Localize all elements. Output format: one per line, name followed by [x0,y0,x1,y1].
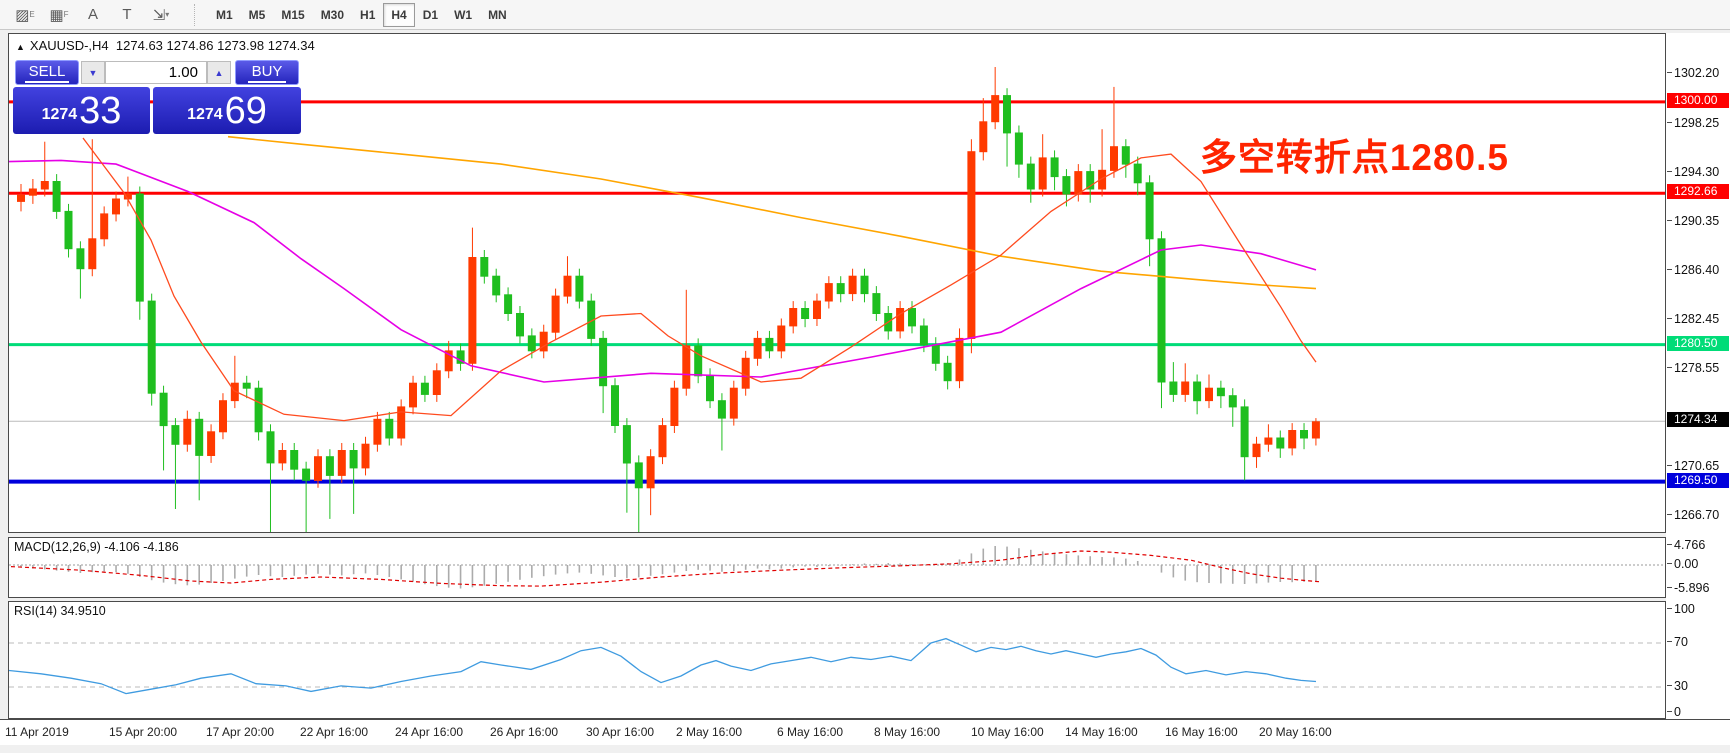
sell-price-big: 33 [79,92,121,130]
date-label: 6 May 16:00 [777,725,843,739]
rsi-panel[interactable]: RSI(14) 34.9510 [8,601,1666,719]
time-axis[interactable]: 11 Apr 2019 15 Apr 20:00 17 Apr 20:00 22 Ap… [0,719,1730,745]
hline-price-label: 1269.50 [1667,473,1729,488]
grid-tool-icon[interactable]: ▦F [44,3,74,27]
rsi-tick: 0 [1674,705,1681,719]
price-tick: 1266.70 [1674,508,1719,522]
rsi-tick: 30 [1674,679,1688,693]
turning-point-annotation: 多空转折点1280.5 [1200,127,1509,181]
date-label: 15 Apr 20:00 [109,725,177,739]
date-label: 30 Apr 16:00 [586,725,654,739]
symbol-name: XAUUSD-,H4 [30,38,109,53]
date-label: 8 May 16:00 [874,725,940,739]
date-label: 24 Apr 16:00 [395,725,463,739]
date-label: 10 May 16:00 [971,725,1044,739]
date-label: 14 May 16:00 [1065,725,1138,739]
price-tick: 1302.20 [1674,66,1719,80]
timeframe-button-m5[interactable]: M5 [241,3,274,27]
timeframe-button-mn[interactable]: MN [480,3,515,27]
rsi-label: RSI(14) 34.9510 [14,604,106,618]
hline-price-label: 1280.50 [1667,336,1729,351]
price-tick: 1286.40 [1674,263,1719,277]
pattern-tool-icon[interactable]: ▨E [10,3,40,27]
current-price-label: 1274.34 [1667,412,1729,427]
cursor-tool-icon[interactable]: ⇲▾ [146,3,176,27]
date-label: 20 May 16:00 [1259,725,1332,739]
date-label: 26 Apr 16:00 [490,725,558,739]
buy-price-big: 69 [225,92,267,130]
macd-label: MACD(12,26,9) -4.106 -4.186 [14,540,179,554]
chart-title: ▲ XAUUSD-,H4 1274.63 1274.86 1273.98 1274… [16,38,315,53]
rsi-tick: 70 [1674,635,1688,649]
textbox-tool-icon[interactable]: T [112,3,142,27]
date-label: 11 Apr 2019 [5,725,69,739]
date-label: 17 Apr 20:00 [206,725,274,739]
price-tick: 1278.55 [1674,361,1719,375]
timeframe-button-m15[interactable]: M15 [273,3,312,27]
volume-input[interactable] [105,61,207,84]
rsi-tick: 100 [1674,602,1695,616]
macd-tick: 4.766 [1674,538,1705,552]
price-tick: 1270.65 [1674,459,1719,473]
price-tick: 1298.25 [1674,116,1719,130]
macd-tick: -5.896 [1674,581,1709,595]
volume-increase-button[interactable]: ▲ [207,61,231,84]
toolbar-separator [194,4,200,26]
price-tick: 1294.30 [1674,165,1719,179]
volume-decrease-button[interactable]: ▼ [81,61,105,84]
timeframe-button-h4[interactable]: H4 [383,3,414,27]
ohlc-quotes: 1274.63 1274.86 1273.98 1274.34 [116,38,315,53]
price-tick: 1282.45 [1674,312,1719,326]
macd-panel[interactable]: MACD(12,26,9) -4.106 -4.186 [8,537,1666,598]
date-label: 16 May 16:00 [1165,725,1238,739]
timeframe-button-w1[interactable]: W1 [446,3,480,27]
text-tool-icon[interactable]: A [78,3,108,27]
sell-price-small: 1274 [42,100,78,130]
arrow-down-icon: ▼ [89,68,98,78]
sell-price-box[interactable]: 127433 [13,87,150,134]
date-label: 2 May 16:00 [676,725,742,739]
one-click-trade-panel: SELL ▼ ▲ BUY 127433 127469 [11,58,303,134]
sell-button[interactable]: SELL [15,60,79,85]
macd-tick: 0.00 [1674,557,1698,571]
collapse-triangle-icon[interactable]: ▲ [16,42,25,52]
main-chart-panel[interactable]: ▲ XAUUSD-,H4 1274.63 1274.86 1273.98 1274… [8,33,1666,533]
rsi-chart [9,602,1665,718]
arrow-up-icon: ▲ [215,68,224,78]
timeframe-button-h1[interactable]: H1 [352,3,383,27]
top-toolbar: ▨E▦FAT⇲▾ M1M5M15M30H1H4D1W1MN [0,0,1730,30]
price-tick: 1290.35 [1674,214,1719,228]
timeframe-button-m1[interactable]: M1 [208,3,241,27]
timeframe-button-m30[interactable]: M30 [313,3,352,27]
price-axis[interactable]: 1302.20 1298.25 1294.30 1290.35 1286.40 1282.… [1666,33,1730,719]
timeframe-button-d1[interactable]: D1 [415,3,446,27]
buy-button[interactable]: BUY [235,60,299,85]
buy-price-small: 1274 [187,100,223,130]
hline-price-label: 1292.66 [1667,184,1729,199]
date-label: 22 Apr 16:00 [300,725,368,739]
macd-chart [9,538,1665,597]
hline-price-label: 1300.00 [1667,93,1729,108]
buy-price-box[interactable]: 127469 [153,87,301,134]
